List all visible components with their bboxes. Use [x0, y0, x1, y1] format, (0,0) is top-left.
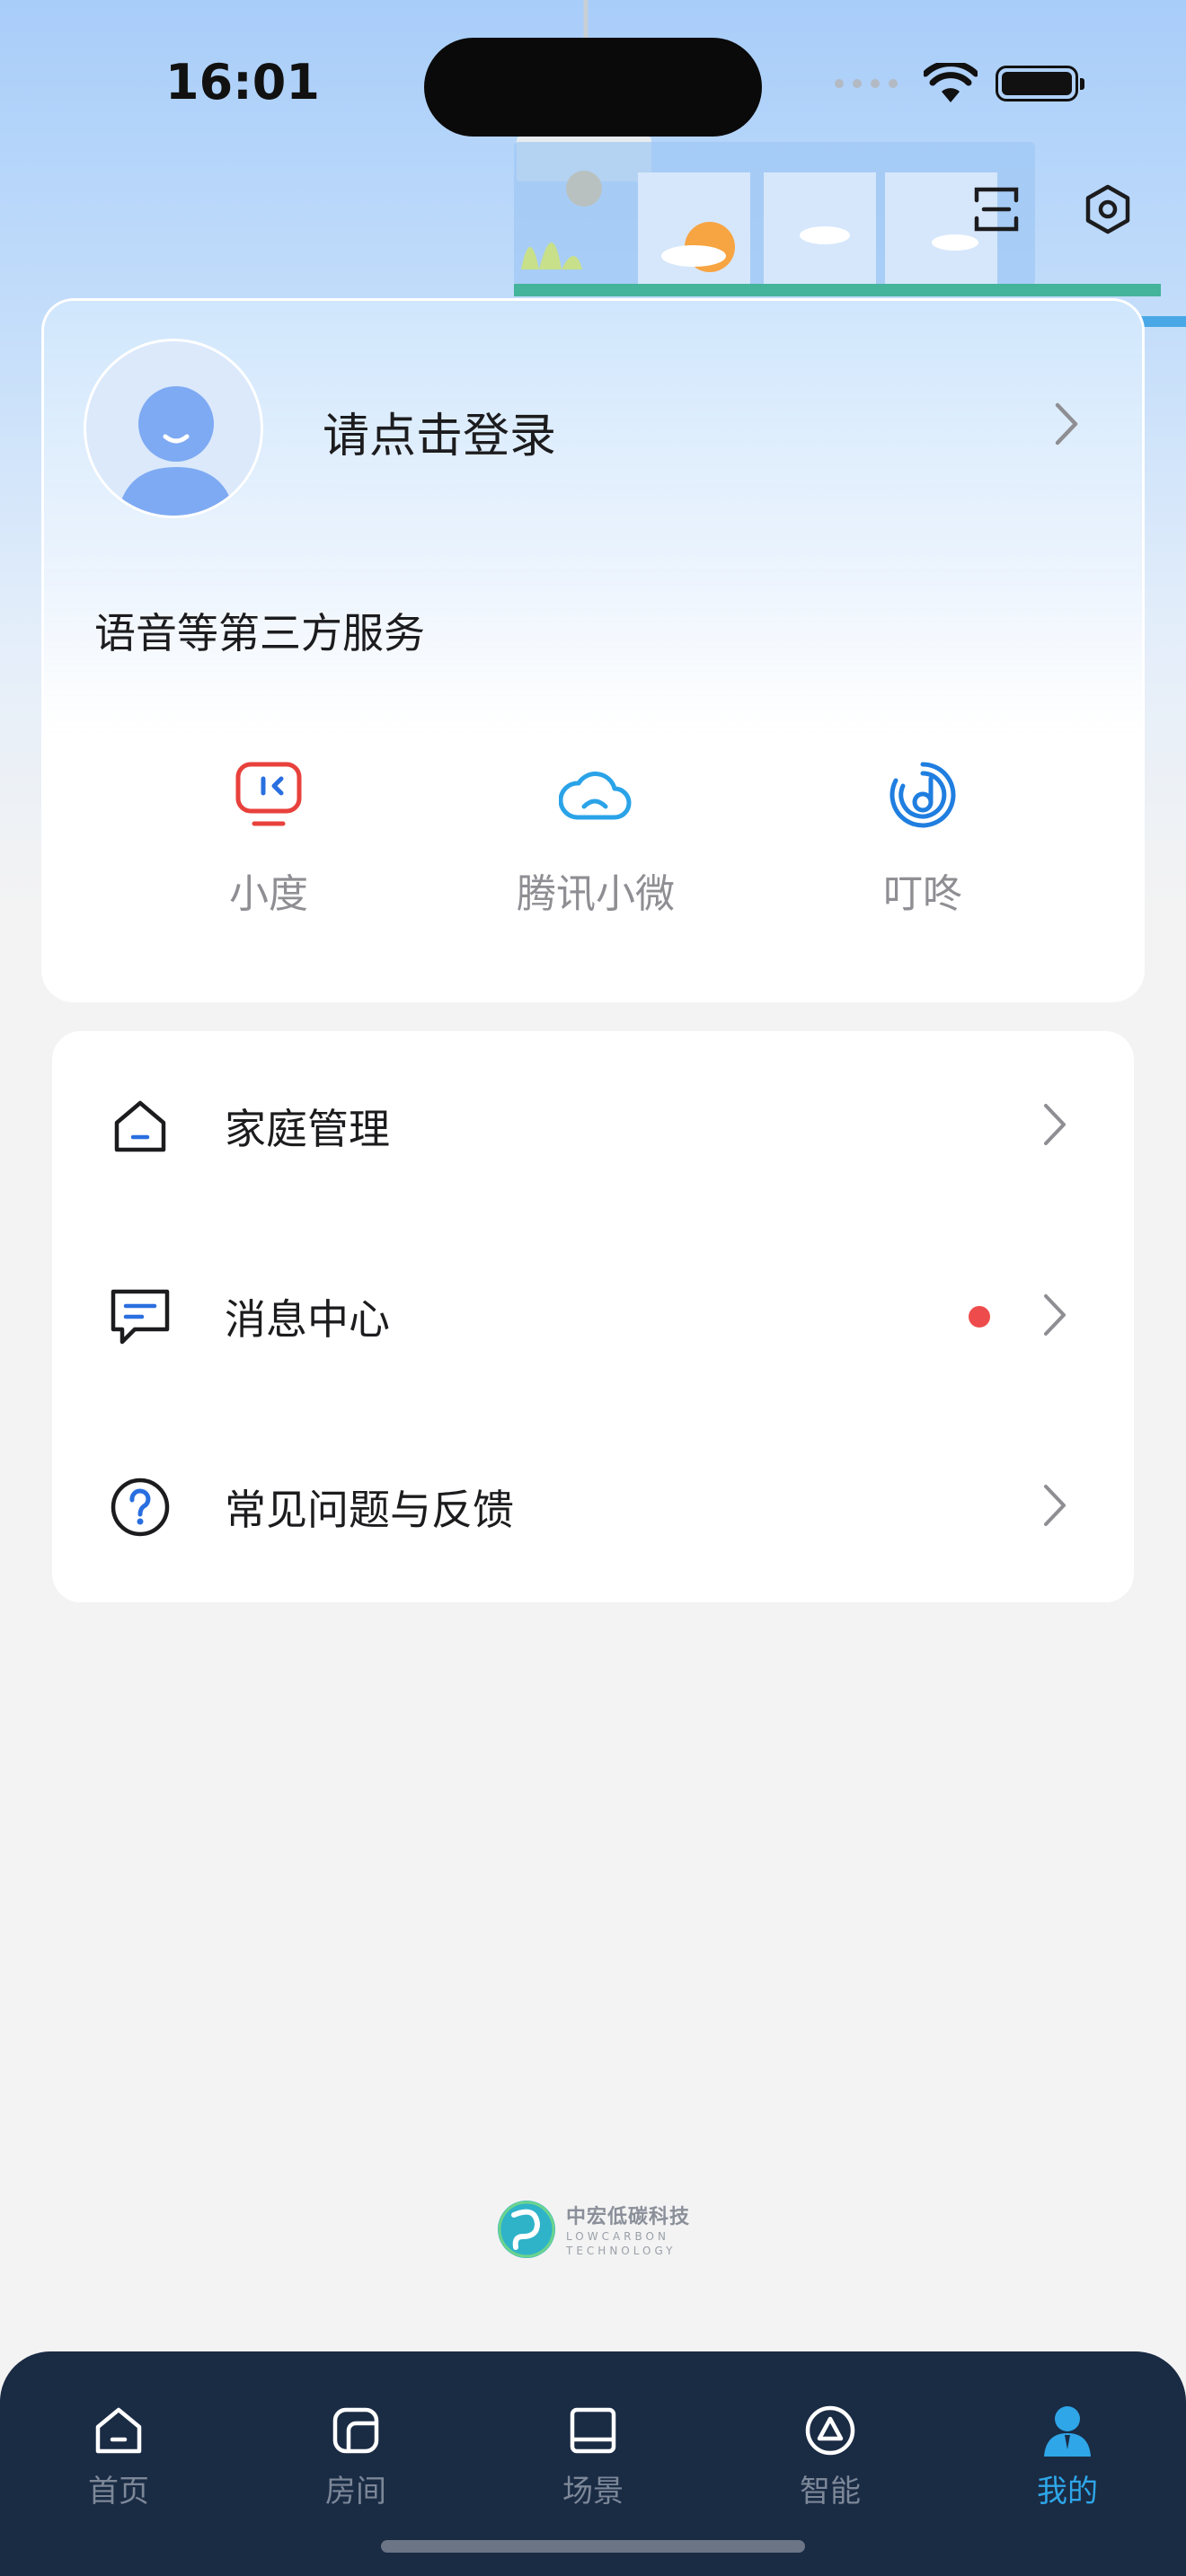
menu-item-family-management[interactable]: 家庭管理 [52, 1031, 1134, 1222]
menu-card: 家庭管理 消息中心 常见问题与反馈 [52, 1031, 1134, 1602]
chevron-right-icon [1040, 1483, 1067, 1531]
profile-tab-icon [996, 2402, 1139, 2459]
login-prompt[interactable]: 请点击登录 [323, 398, 556, 465]
room-tab-icon [284, 2402, 428, 2459]
status-icons [832, 63, 1084, 104]
tab-home[interactable]: 首页 [47, 2402, 190, 2510]
service-dingdong[interactable]: 叮咚 [788, 750, 1058, 919]
tab-smart[interactable]: 智能 [758, 2402, 902, 2510]
avatar[interactable] [84, 339, 263, 518]
unread-badge [969, 1306, 990, 1328]
help-icon [108, 1475, 173, 1539]
smart-tab-icon [758, 2402, 902, 2459]
menu-label: 消息中心 [225, 1295, 390, 1344]
tab-room[interactable]: 房间 [284, 2402, 428, 2510]
menu-label: 家庭管理 [225, 1105, 390, 1153]
service-xiaodu[interactable]: 小度 [134, 750, 403, 919]
wifi-icon [924, 63, 978, 102]
chevron-right-icon[interactable] [1052, 401, 1079, 450]
dynamic-island [424, 38, 762, 137]
tab-label: 场景 [562, 2474, 624, 2510]
chevron-right-icon [1040, 1102, 1067, 1151]
menu-item-message-center[interactable]: 消息中心 [52, 1222, 1134, 1412]
tab-label: 我的 [1037, 2474, 1098, 2510]
menu-label: 常见问题与反馈 [225, 1486, 514, 1534]
dingdong-icon [788, 750, 1058, 840]
signal-icon [835, 79, 898, 88]
xiaodu-icon [134, 750, 403, 840]
tab-scene[interactable]: 场景 [521, 2402, 665, 2510]
chevron-right-icon [1040, 1292, 1067, 1341]
battery-icon [996, 66, 1084, 101]
settings-icon[interactable] [1076, 178, 1139, 241]
brand-logo: 中宏低碳科技 LOWCARBON TECHNOLOGY [496, 2197, 690, 2262]
home-tab-icon [47, 2402, 190, 2459]
menu-item-faq-feedback[interactable]: 常见问题与反馈 [52, 1412, 1134, 1602]
services-title: 语音等第三方服务 [94, 609, 425, 657]
brand-name-en-2: TECHNOLOGY [566, 2245, 677, 2257]
service-label: 腾讯小微 [517, 871, 675, 917]
cloud-icon [461, 750, 730, 840]
scene-tab-icon [521, 2402, 665, 2459]
tab-label: 首页 [88, 2474, 149, 2510]
brand-mark-icon [498, 2201, 555, 2258]
tab-label: 智能 [800, 2474, 861, 2510]
profile-card: 请点击登录 语音等第三方服务 小度 腾讯小微 叮咚 [41, 298, 1145, 1002]
brand-name-cn: 中宏低碳科技 [566, 2206, 691, 2228]
tab-label: 房间 [325, 2474, 386, 2510]
message-icon [108, 1284, 173, 1349]
scan-icon[interactable] [965, 178, 1028, 241]
home-icon [108, 1094, 173, 1159]
service-label: 小度 [229, 871, 308, 917]
home-indicator [381, 2540, 805, 2553]
brand-name-en-1: LOWCARBON [566, 2230, 669, 2243]
service-label: 叮咚 [883, 871, 962, 917]
service-tencent-xiaowei[interactable]: 腾讯小微 [461, 750, 730, 919]
status-time: 16:01 [165, 54, 320, 110]
tab-profile[interactable]: 我的 [996, 2402, 1139, 2510]
